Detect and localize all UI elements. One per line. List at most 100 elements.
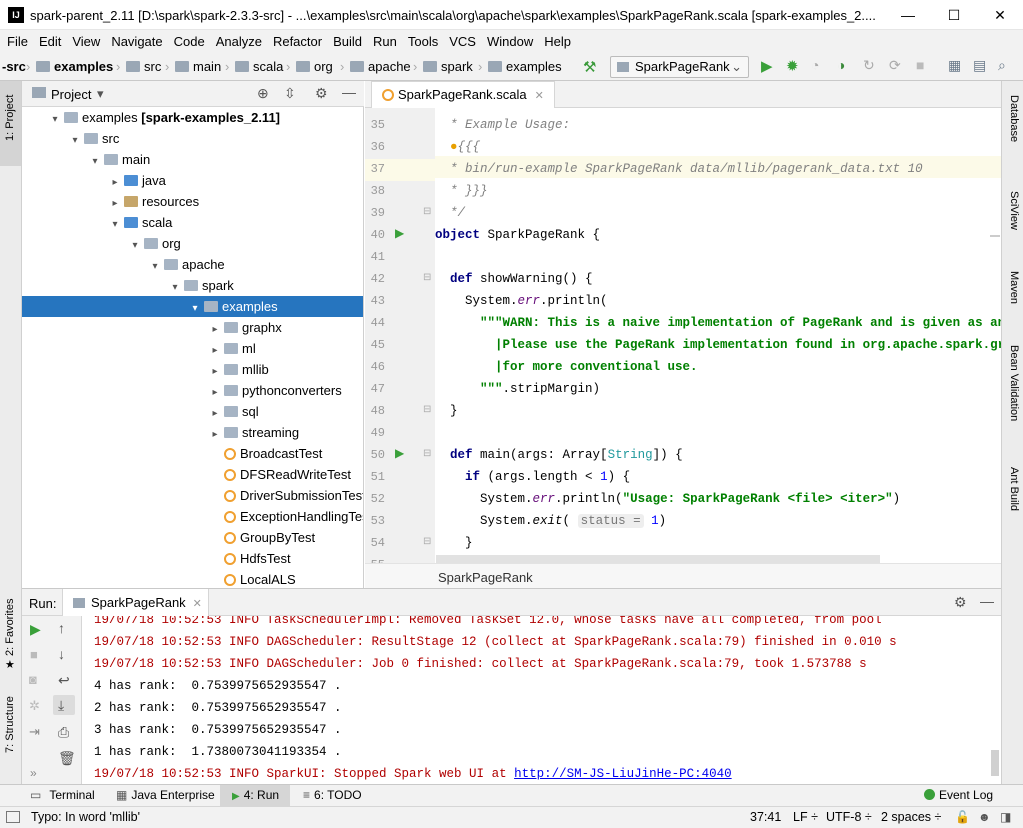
tree-node-main[interactable]: ▾main xyxy=(22,149,363,170)
maven-tool-tab[interactable]: Maven xyxy=(1008,271,1020,304)
gear-icon[interactable]: ⚙ xyxy=(954,594,967,611)
gear-icon[interactable]: ⚙ xyxy=(315,85,328,102)
collapsed-arrow-icon[interactable]: ▸ xyxy=(208,403,222,424)
scroll-to-end-toggle[interactable]: ⤓ xyxy=(53,695,75,715)
close-tab-icon[interactable]: ✕ xyxy=(193,598,202,610)
print-icon[interactable]: ⎙ xyxy=(58,724,69,741)
run-config-select[interactable]: SparkPageRank⌄ xyxy=(610,56,749,78)
reload-icon[interactable]: ⟳ xyxy=(889,57,901,74)
menu-vcs[interactable]: VCS xyxy=(445,30,480,53)
breadcrumb-org[interactable]: org xyxy=(296,59,333,74)
project-tool-tab[interactable]: 1: Project xyxy=(4,95,16,141)
spark-ui-link[interactable]: http://SM-JS-LiuJinHe-PC:4040 xyxy=(514,767,732,781)
profile-icon[interactable]: ◑ xyxy=(837,57,845,73)
settings-icon[interactable]: ✲ xyxy=(29,698,40,714)
rerun-icon[interactable]: ▶ xyxy=(30,621,41,638)
run-gutter-icon[interactable]: ▶ xyxy=(395,446,404,460)
menu-code[interactable]: Code xyxy=(170,30,209,53)
menu-file[interactable]: File xyxy=(3,30,32,53)
breadcrumb-main[interactable]: main xyxy=(175,59,221,74)
chevron-down-icon[interactable]: ▾ xyxy=(97,86,104,102)
tool-windows-icon[interactable] xyxy=(6,811,20,823)
tree-node-org[interactable]: ▾org xyxy=(22,233,363,254)
tree-node-graphx[interactable]: ▸graphx xyxy=(22,317,363,338)
menu-edit[interactable]: Edit xyxy=(35,30,65,53)
run-gutter-icon[interactable]: ▶ xyxy=(395,226,404,240)
tree-node-scala[interactable]: ▾scala xyxy=(22,212,363,233)
coverage-icon[interactable]: ◔ xyxy=(811,57,819,73)
tree-node-streaming[interactable]: ▸streaming xyxy=(22,422,363,443)
tree-node-sql[interactable]: ▸sql xyxy=(22,401,363,422)
collapsed-arrow-icon[interactable]: ▸ xyxy=(208,424,222,445)
breadcrumb-scala[interactable]: scala xyxy=(235,59,283,74)
rerun-icon[interactable]: ↻ xyxy=(863,57,875,74)
trash-icon[interactable]: 🗑 xyxy=(58,750,76,767)
breadcrumb-examples[interactable]: examples xyxy=(36,59,113,74)
sciview-tool-tab[interactable]: SciView xyxy=(1008,191,1020,230)
favorites-tool-tab[interactable]: 2: Favorites xyxy=(4,599,16,656)
tree-node-src[interactable]: ▾src xyxy=(22,128,363,149)
expanded-arrow-icon[interactable]: ▾ xyxy=(188,298,202,319)
down-arrow-icon[interactable]: ↓ xyxy=(58,646,65,662)
todo-tool-tab[interactable]: ≡6: TODO xyxy=(303,788,362,802)
collapsed-arrow-icon[interactable]: ▸ xyxy=(208,361,222,382)
expanded-arrow-icon[interactable]: ▾ xyxy=(48,109,62,130)
menu-refactor[interactable]: Refactor xyxy=(269,30,326,53)
caret-position[interactable]: 37:41 xyxy=(750,810,781,824)
tree-node-broadcasttest[interactable]: BroadcastTest xyxy=(22,443,363,464)
expanded-arrow-icon[interactable]: ▾ xyxy=(148,256,162,277)
inspector-icon[interactable]: ☻ xyxy=(978,810,991,824)
java-enterprise-tool-tab[interactable]: ▦Java Enterprise xyxy=(116,788,215,802)
fold-icon[interactable]: ⊟ xyxy=(423,272,431,283)
breadcrumb-apache[interactable]: apache xyxy=(350,59,411,74)
line-separator[interactable]: LF ÷ xyxy=(793,810,818,824)
menu-tools[interactable]: Tools xyxy=(404,30,442,53)
editor-breadcrumb-object[interactable]: SparkPageRank xyxy=(438,570,533,585)
run-tool-tab[interactable]: ▶4: Run xyxy=(232,788,279,802)
tree-node-resources[interactable]: ▸resources xyxy=(22,191,363,212)
tree-node-dfsreadwritetest[interactable]: DFSReadWriteTest xyxy=(22,464,363,485)
expanded-arrow-icon[interactable]: ▾ xyxy=(68,130,82,151)
locate-icon[interactable]: ⊕ xyxy=(257,85,269,102)
project-panel-title[interactable]: Project xyxy=(51,87,91,102)
close-button[interactable]: ✕ xyxy=(977,0,1023,30)
fold-icon[interactable]: ⊟ xyxy=(423,448,431,459)
database-tool-tab[interactable]: Database xyxy=(1008,95,1020,142)
structure-tool-tab[interactable]: 7: Structure xyxy=(4,696,16,753)
editor-tab-sparkpagerank[interactable]: SparkPageRank.scala✕ xyxy=(371,81,555,108)
file-encoding[interactable]: UTF-8 ÷ xyxy=(826,810,872,824)
more-icon[interactable]: » xyxy=(30,766,37,780)
up-arrow-icon[interactable]: ↑ xyxy=(58,620,65,636)
collapse-all-icon[interactable]: ⇳ xyxy=(284,85,296,102)
tree-node-exceptionhandlingtest[interactable]: ExceptionHandlingTest xyxy=(22,506,363,527)
expanded-arrow-icon[interactable]: ▾ xyxy=(168,277,182,298)
tree-node-examples[interactable]: ▾examples [spark-examples_2.11] xyxy=(22,107,363,128)
menu-build[interactable]: Build xyxy=(329,30,366,53)
run-icon[interactable]: ▶ xyxy=(761,57,773,75)
breadcrumb-spark[interactable]: spark xyxy=(423,59,473,74)
lock-icon[interactable]: 🔓 xyxy=(955,810,970,824)
close-tab-icon[interactable]: ✕ xyxy=(535,90,544,102)
memory-icon[interactable]: ◨ xyxy=(1000,810,1011,824)
camera-icon[interactable]: ◙ xyxy=(29,672,37,687)
maximize-button[interactable]: ☐ xyxy=(931,0,977,30)
console-scrollbar-thumb[interactable] xyxy=(991,750,999,776)
minimize-button[interactable]: — xyxy=(885,0,931,30)
fold-icon[interactable]: ⊟ xyxy=(423,404,431,415)
debug-icon[interactable]: ✹ xyxy=(786,57,799,75)
menu-analyze[interactable]: Analyze xyxy=(212,30,266,53)
search-icon[interactable]: ⌕ xyxy=(998,57,1006,74)
tree-node-java[interactable]: ▸java xyxy=(22,170,363,191)
expanded-arrow-icon[interactable]: ▾ xyxy=(108,214,122,235)
indent-setting[interactable]: 2 spaces ÷ xyxy=(881,810,941,824)
ant-build-tool-tab[interactable]: Ant Build xyxy=(1008,467,1020,511)
collapsed-arrow-icon[interactable]: ▸ xyxy=(208,340,222,361)
menu-view[interactable]: View xyxy=(68,30,104,53)
menu-run[interactable]: Run xyxy=(369,30,401,53)
tree-node-groupbytest[interactable]: GroupByTest xyxy=(22,527,363,548)
tree-node-pythonconverters[interactable]: ▸pythonconverters xyxy=(22,380,363,401)
breadcrumb-examples-pkg[interactable]: examples xyxy=(488,59,562,74)
stop-icon[interactable]: ■ xyxy=(916,57,924,73)
collapsed-arrow-icon[interactable]: ▸ xyxy=(208,319,222,340)
collapsed-arrow-icon[interactable]: ▸ xyxy=(208,382,222,403)
